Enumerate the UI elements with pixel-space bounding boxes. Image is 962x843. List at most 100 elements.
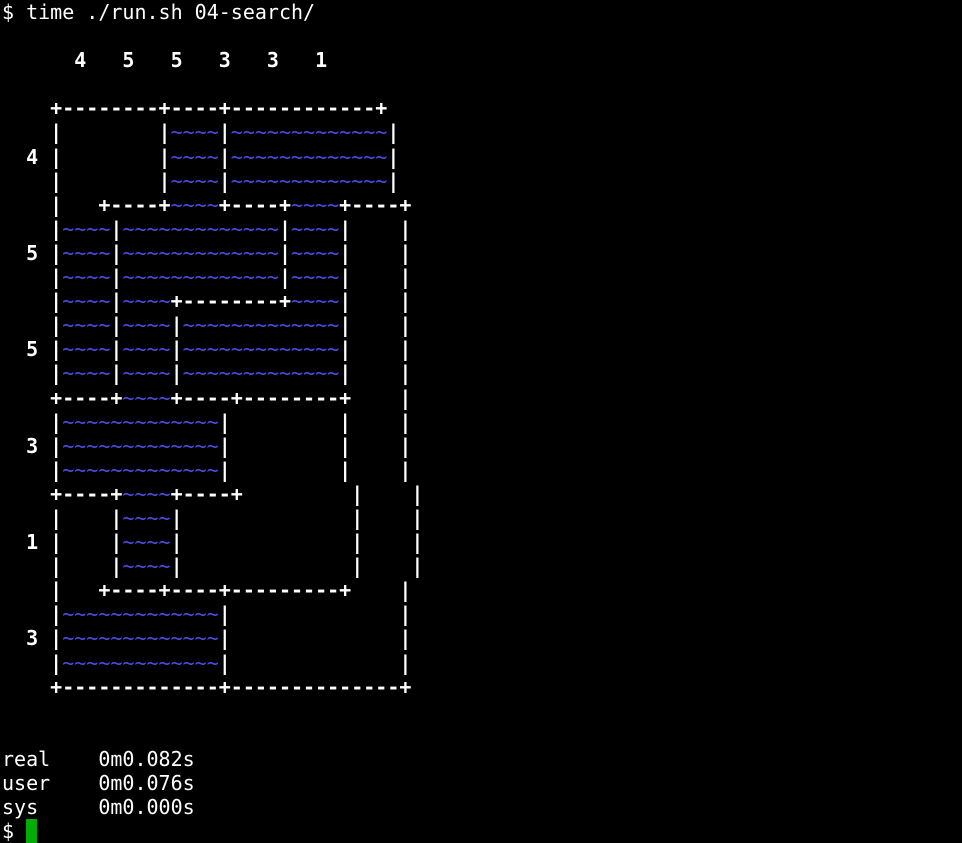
- terminal-text: |: [278, 240, 292, 265]
- terminal-line: |~~~~|~~~~+--------+~~~~| |: [2, 289, 960, 313]
- water-cells: ~~~~: [122, 361, 171, 386]
- terminal-text: |: [218, 168, 231, 193]
- terminal-text: |: [278, 265, 292, 290]
- terminal-text: +----+: [339, 192, 412, 217]
- terminal-text: | |: [218, 626, 412, 651]
- terminal-line: 5 |~~~~|~~~~~~~~~~~~~|~~~~| |: [2, 241, 960, 265]
- terminal-text: +----+ | |: [170, 481, 424, 506]
- water-cells: ~~~~: [291, 289, 340, 314]
- water-cells: ~~~~: [291, 192, 340, 217]
- terminal-line: 5 |~~~~|~~~~|~~~~~~~~~~~~~| |: [2, 337, 960, 361]
- terminal-text: sys 0m0.000s: [2, 795, 195, 820]
- terminal-text: |: [110, 289, 123, 314]
- terminal-text: |: [2, 602, 63, 627]
- terminal-line: |~~~~~~~~~~~~~| | |: [2, 410, 960, 434]
- water-cells: ~~~~~~~~~~~~~: [62, 457, 219, 482]
- water-cells: ~~~~: [122, 554, 171, 579]
- terminal-text: |: [2, 361, 63, 386]
- terminal-text: |: [170, 361, 183, 386]
- water-cells: ~~~~: [122, 313, 171, 338]
- terminal-text: |: [387, 120, 400, 145]
- terminal-line: |~~~~|~~~~|~~~~~~~~~~~~~| |: [2, 313, 960, 337]
- terminal-text: |: [110, 240, 123, 265]
- terminal-line: user 0m0.076s: [2, 771, 960, 795]
- terminal-text: | +----+: [2, 192, 171, 217]
- terminal-line: | |~~~~|~~~~~~~~~~~~~|: [2, 169, 960, 193]
- terminal-line: $ time ./run.sh 04-search/: [2, 0, 960, 24]
- terminal-text: |: [110, 337, 123, 362]
- terminal-text: |: [278, 216, 292, 241]
- terminal-text: +----+: [2, 481, 123, 506]
- water-cells: ~~~~~~~~~~~~~: [62, 409, 219, 434]
- terminal-line: |~~~~|~~~~~~~~~~~~~|~~~~| |: [2, 265, 960, 289]
- water-cells: ~~~~: [62, 337, 111, 362]
- terminal-text: |: [170, 313, 183, 338]
- terminal-text: real 0m0.082s: [2, 746, 195, 771]
- terminal-text: |: [170, 337, 183, 362]
- terminal-text: +----+: [218, 192, 291, 217]
- terminal-text: +----+--------+ |: [170, 385, 412, 410]
- water-cells: ~~~~: [170, 120, 219, 145]
- water-cells: ~~~~: [62, 216, 111, 241]
- terminal-text: | +----+----+---------+ |: [2, 578, 412, 603]
- terminal-text: 5 |: [2, 240, 63, 265]
- terminal-text: |: [2, 650, 63, 675]
- terminal-text: |: [2, 409, 63, 434]
- terminal-text: 4 | |: [2, 144, 171, 169]
- terminal-text: $: [2, 819, 27, 843]
- terminal-text: |: [218, 120, 231, 145]
- terminal-text: | | |: [218, 457, 412, 482]
- water-cells: ~~~~~~~~~~~~~: [230, 168, 388, 193]
- water-cells: ~~~~~~~~~~~~~: [62, 433, 219, 458]
- terminal-text: | |: [339, 240, 412, 265]
- terminal-text: |: [110, 265, 123, 290]
- terminal-line: |~~~~|~~~~|~~~~~~~~~~~~~| |: [2, 361, 960, 385]
- terminal-line: real 0m0.082s: [2, 747, 960, 771]
- terminal-text: $ time ./run.sh 04-search/: [2, 0, 316, 24]
- terminal-line: 4 5 5 3 3 1: [2, 48, 960, 72]
- terminal-window[interactable]: $ time ./run.sh 04-search/ 4 5 5 3 3 1 +…: [2, 0, 960, 843]
- terminal-line: $: [2, 819, 960, 843]
- terminal-text: | |: [339, 313, 412, 338]
- terminal-text: +--------+: [170, 289, 292, 314]
- terminal-text: +-------------+--------------+: [2, 674, 412, 699]
- terminal-text: | |: [2, 505, 123, 530]
- terminal-text: 3 |: [2, 626, 63, 651]
- water-cells: ~~~~: [122, 385, 171, 410]
- terminal-text: | | |: [218, 433, 412, 458]
- terminal-text: | |: [2, 554, 123, 579]
- water-cells: ~~~~: [62, 240, 111, 265]
- terminal-line: | |~~~~| | |: [2, 554, 960, 578]
- terminal-text: | |: [2, 120, 171, 145]
- water-cells: ~~~~: [170, 168, 219, 193]
- terminal-line: 3 |~~~~~~~~~~~~~| | |: [2, 434, 960, 458]
- terminal-line: |~~~~~~~~~~~~~| |: [2, 651, 960, 675]
- water-cells: ~~~~: [62, 313, 111, 338]
- water-cells: ~~~~~~~~~~~~~: [62, 602, 219, 627]
- terminal-text: | |: [339, 265, 412, 290]
- terminal-line: +----+~~~~+----+ | |: [2, 482, 960, 506]
- terminal-text: | |: [2, 168, 171, 193]
- terminal-text: |: [2, 457, 63, 482]
- water-cells: ~~~~~~~~~~~~~: [62, 626, 219, 651]
- water-cells: ~~~~: [170, 192, 219, 217]
- terminal-text: +--------+----+------------+: [2, 96, 388, 121]
- terminal-text: 5 |: [2, 337, 63, 362]
- water-cells: ~~~~: [122, 289, 171, 314]
- water-cells: ~~~~: [170, 144, 219, 169]
- terminal-text: |: [110, 216, 123, 241]
- terminal-text: |: [2, 265, 63, 290]
- water-cells: ~~~~: [62, 361, 111, 386]
- terminal-text: user 0m0.076s: [2, 771, 195, 795]
- terminal-text: |: [218, 144, 231, 169]
- terminal-text: 4 5 5 3 3 1: [2, 48, 328, 73]
- terminal-text: 3 |: [2, 433, 63, 458]
- terminal-text: | |: [339, 216, 412, 241]
- water-cells: ~~~~~~~~~~~~~: [182, 313, 340, 338]
- terminal-text: |: [387, 168, 400, 193]
- terminal-text: |: [2, 313, 63, 338]
- water-cells: ~~~~: [122, 505, 171, 530]
